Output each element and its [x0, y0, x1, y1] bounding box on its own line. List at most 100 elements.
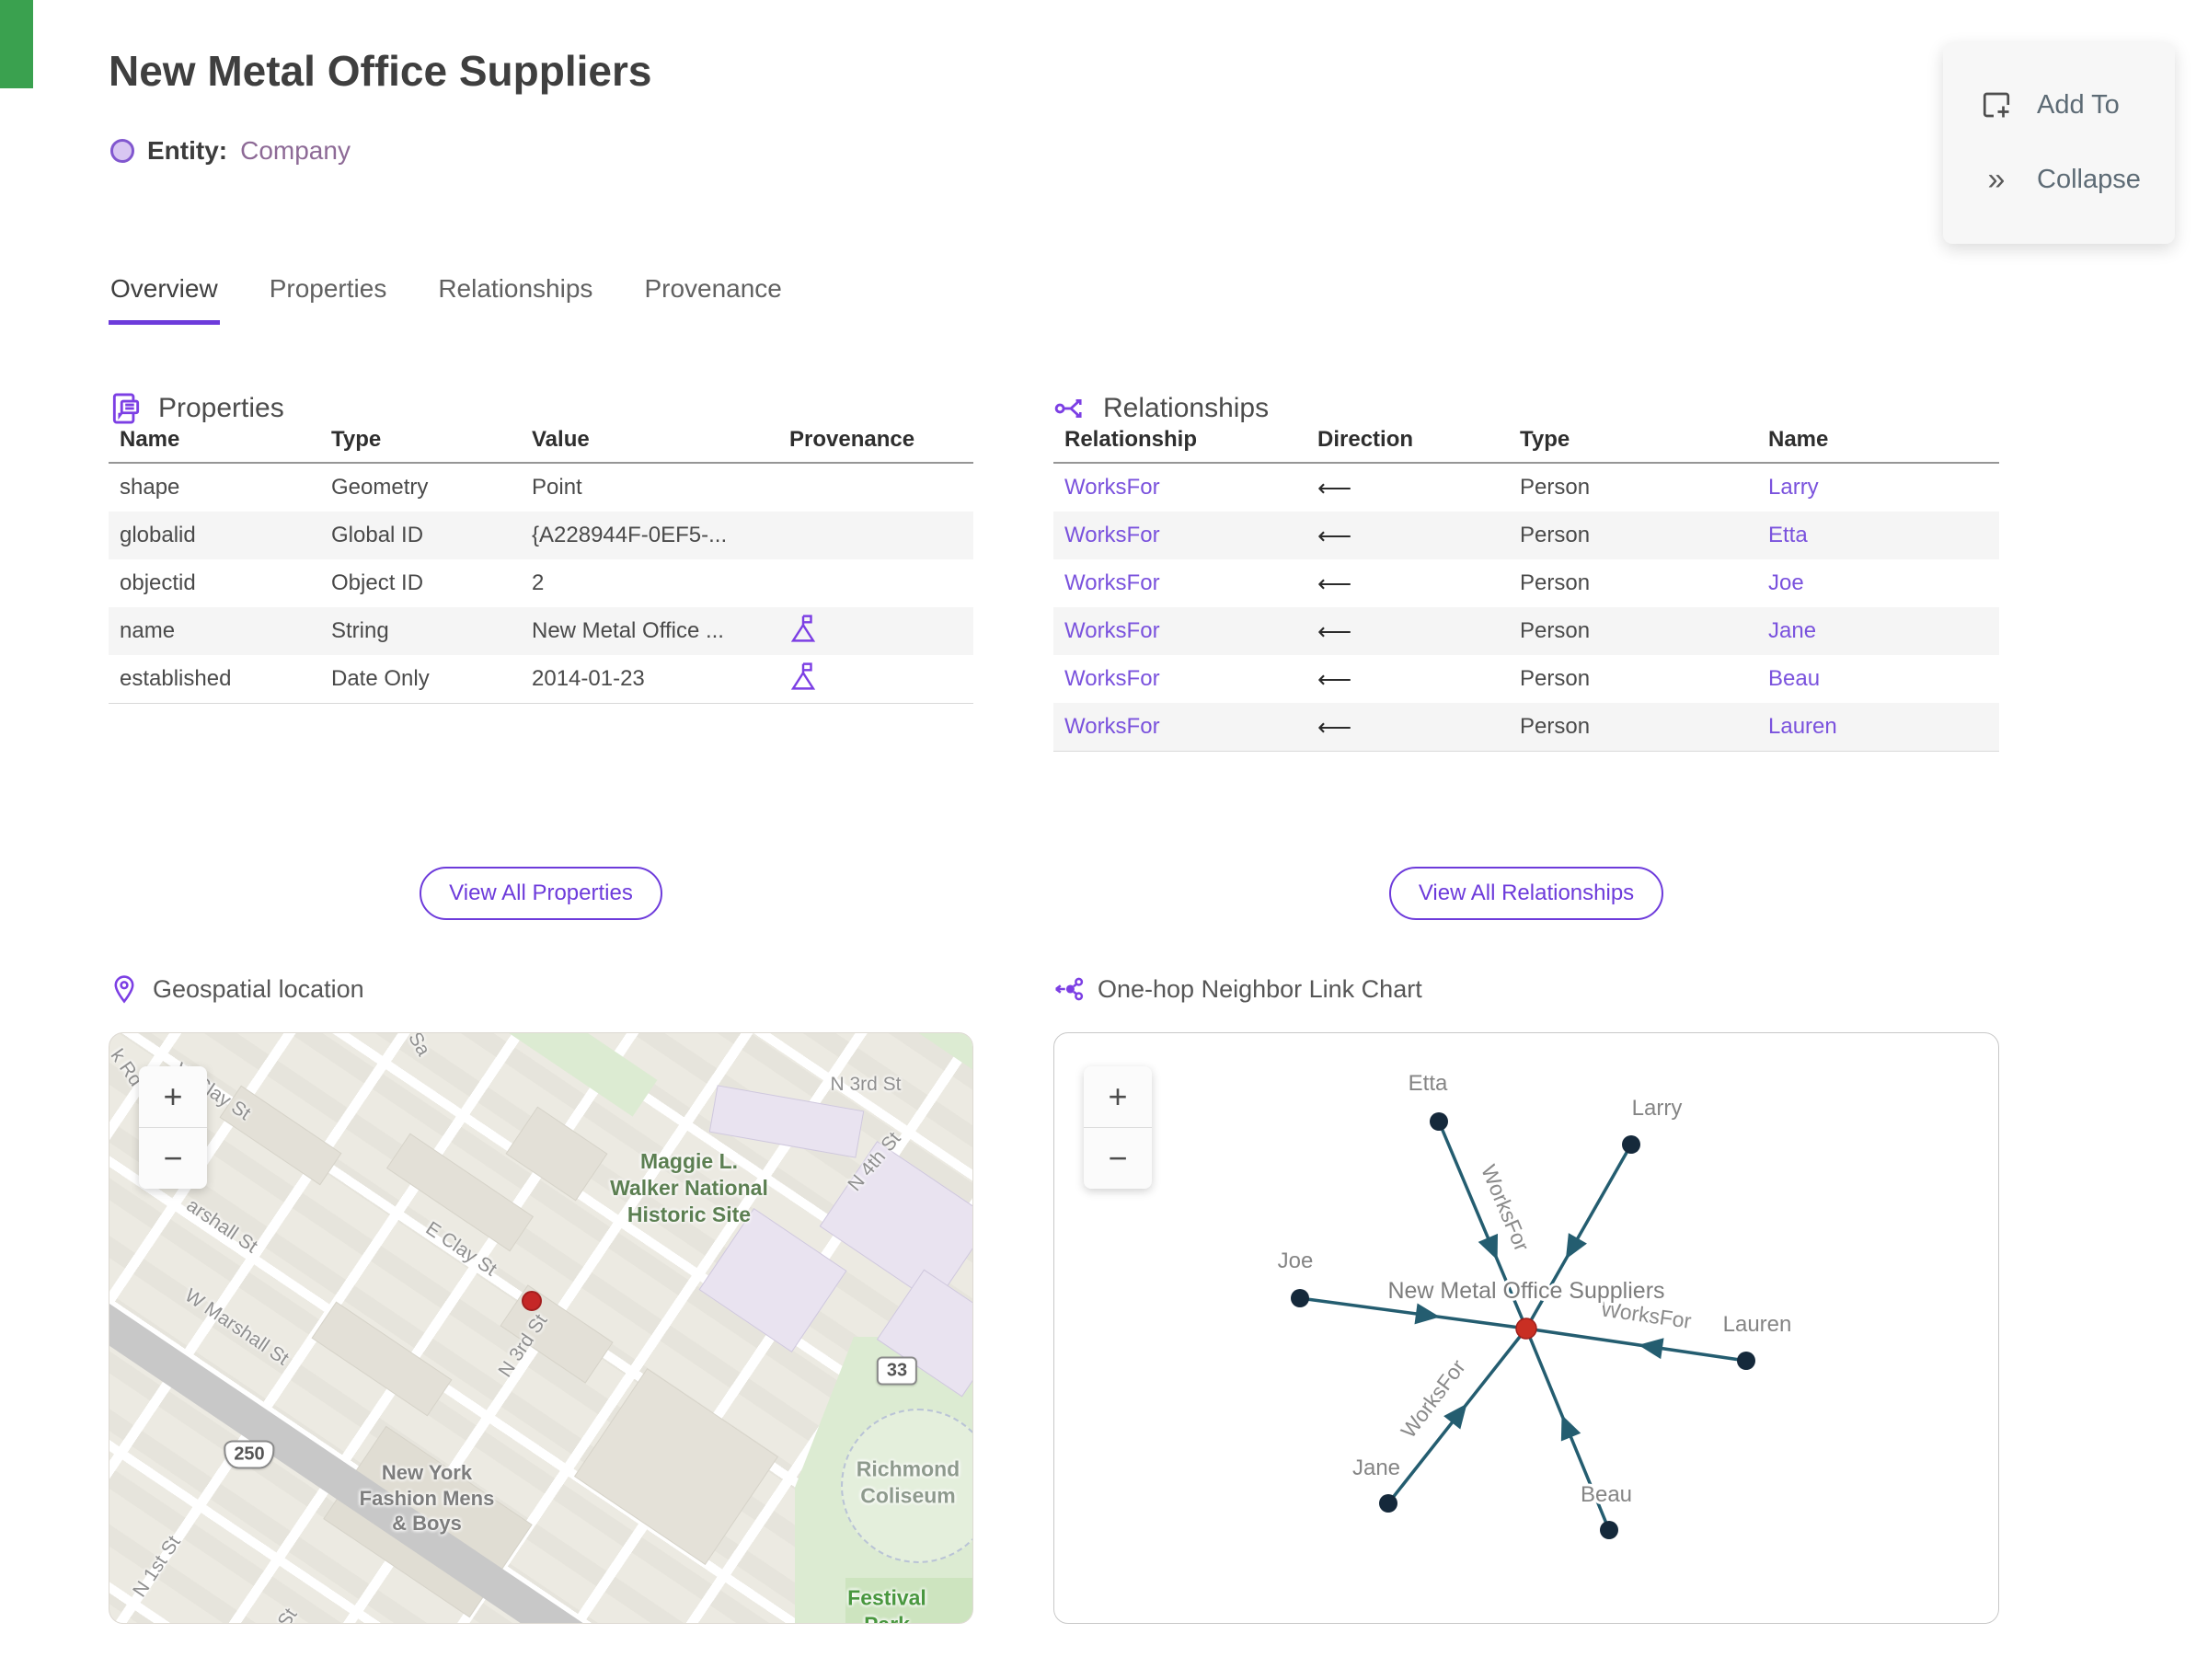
- location-pin-icon: [114, 975, 134, 1004]
- map-zoom-in-button[interactable]: +: [139, 1066, 207, 1128]
- tab-provenance[interactable]: Provenance: [642, 274, 783, 325]
- geospatial-map[interactable]: k Rd W Clay St Sa arshall St W Marshall St E …: [109, 1032, 973, 1624]
- property-type: Global ID: [331, 523, 424, 547]
- link-chart-canvas[interactable]: WorksForWorksForWorksForNew Metal Office…: [1054, 1033, 1998, 1623]
- add-to-label: Add To: [2037, 89, 2120, 120]
- graph-edge-arrow: [1443, 1403, 1467, 1430]
- property-row: name String New Metal Office ...: [109, 607, 973, 655]
- properties-header-row: Name Type Value Provenance: [109, 418, 973, 463]
- direction-arrow: ⟵: [1317, 521, 1352, 549]
- link-chart-icon: [1055, 977, 1084, 1001]
- direction-arrow: ⟵: [1317, 473, 1352, 501]
- geospatial-section-title: Geospatial location: [153, 974, 364, 1003]
- tab-relationships[interactable]: Relationships: [436, 274, 594, 325]
- chart-zoom-out-button[interactable]: −: [1084, 1128, 1152, 1189]
- graph-node[interactable]: [1430, 1112, 1448, 1131]
- col-provenance: Provenance: [789, 427, 915, 452]
- graph-edge-arrow: [1638, 1338, 1664, 1360]
- view-all-properties-button[interactable]: View All Properties: [420, 867, 662, 920]
- related-entity-type: Person: [1520, 666, 1591, 691]
- map-label: N 3rd St: [830, 1073, 902, 1095]
- relationship-type-link[interactable]: WorksFor: [1064, 714, 1160, 739]
- tab-bar: Overview Properties Relationships Proven…: [109, 274, 784, 325]
- add-to-button[interactable]: Add To: [1943, 68, 2175, 142]
- relationship-row: WorksFor ⟵ Person Joe: [1053, 559, 1999, 607]
- graph-center-node[interactable]: [1515, 1318, 1537, 1340]
- relationship-type-link[interactable]: WorksFor: [1064, 618, 1160, 643]
- graph-node-label: Jane: [1352, 1456, 1400, 1480]
- property-row: shape Geometry Point: [109, 463, 973, 512]
- related-entity-link[interactable]: Larry: [1768, 475, 1819, 500]
- graph-edge-arrow: [1414, 1303, 1441, 1325]
- collapse-button[interactable]: » Collapse: [1943, 142, 2175, 218]
- one-hop-link-chart[interactable]: WorksFor WorksFor WorksFor New Metal Office…: [1053, 1032, 1999, 1624]
- property-type: String: [331, 618, 389, 643]
- graph-node[interactable]: [1291, 1289, 1309, 1307]
- related-entity-type: Person: [1520, 475, 1591, 500]
- direction-arrow: ⟵: [1317, 616, 1352, 645]
- sidebar-edge: [0, 0, 33, 88]
- linkchart-section-title: One-hop Neighbor Link Chart: [1098, 974, 1422, 1003]
- chart-zoom-in-button[interactable]: +: [1084, 1066, 1152, 1128]
- col-value: Value: [532, 427, 590, 452]
- map-label: Richmond Coliseum: [856, 1456, 960, 1507]
- relationship-row: WorksFor ⟵ Person Etta: [1053, 512, 1999, 559]
- tab-properties[interactable]: Properties: [268, 274, 389, 325]
- relationship-row: WorksFor ⟵ Person Larry: [1053, 463, 1999, 512]
- property-value: 2: [532, 570, 545, 595]
- related-entity-link[interactable]: Etta: [1768, 523, 1808, 547]
- graph-node[interactable]: [1379, 1494, 1397, 1513]
- view-all-relationships-button[interactable]: View All Relationships: [1388, 867, 1664, 920]
- provenance-flag-icon[interactable]: [789, 661, 817, 692]
- related-entity-link[interactable]: Beau: [1768, 666, 1820, 691]
- relationship-type-link[interactable]: WorksFor: [1064, 570, 1160, 595]
- col-relationship: Relationship: [1064, 427, 1198, 452]
- graph-edge-arrow: [1565, 1233, 1587, 1260]
- entity-type-row: Entity: Company: [110, 136, 351, 166]
- relationship-type-link[interactable]: WorksFor: [1064, 475, 1160, 500]
- property-provenance: [778, 655, 973, 704]
- related-entity-type: Person: [1520, 714, 1591, 739]
- entity-label: Entity:: [147, 136, 228, 165]
- entity-node-icon: [110, 139, 134, 163]
- actions-panel: Add To » Collapse: [1943, 42, 2175, 244]
- graph-edge[interactable]: [1525, 1327, 1747, 1363]
- property-name: established: [120, 666, 232, 691]
- col-direction: Direction: [1317, 427, 1414, 452]
- graph-node[interactable]: [1737, 1352, 1755, 1370]
- map-label: Maggie L. Walker National Historic Site: [610, 1148, 768, 1226]
- relationship-type-link[interactable]: WorksFor: [1064, 666, 1160, 691]
- property-name: shape: [120, 475, 180, 500]
- map-zoom-out-button[interactable]: −: [139, 1128, 207, 1189]
- tab-overview[interactable]: Overview: [109, 274, 220, 325]
- property-value: New Metal Office ...: [532, 618, 724, 643]
- property-provenance: [778, 607, 973, 655]
- graph-node[interactable]: [1600, 1521, 1618, 1539]
- graph-node-label: Joe: [1278, 1248, 1314, 1273]
- page-title: New Metal Office Suppliers: [109, 47, 652, 95]
- relationship-type-link[interactable]: WorksFor: [1064, 523, 1160, 547]
- property-type: Date Only: [331, 666, 430, 691]
- property-type: Geometry: [331, 475, 429, 500]
- add-to-icon: [1983, 92, 2010, 118]
- route-shield: 33: [876, 1356, 918, 1386]
- route-shield: 250: [224, 1440, 275, 1469]
- direction-arrow: ⟵: [1317, 569, 1352, 597]
- col-type: Type: [331, 427, 382, 452]
- graph-node-label: Etta: [1409, 1071, 1448, 1096]
- property-provenance: [778, 559, 973, 607]
- graph-node[interactable]: [1622, 1135, 1640, 1154]
- property-name: objectid: [120, 570, 196, 595]
- related-entity-link[interactable]: Joe: [1768, 570, 1804, 595]
- graph-node-label: Lauren: [1723, 1312, 1792, 1337]
- map-label: New York Fashion Mens & Boys: [359, 1460, 495, 1535]
- property-value: Point: [532, 475, 582, 500]
- map-label: Festival Park: [847, 1585, 926, 1624]
- provenance-flag-icon[interactable]: [789, 613, 817, 644]
- collapse-icon: »: [1987, 162, 2006, 197]
- related-entity-link[interactable]: Jane: [1768, 618, 1816, 643]
- relationship-row: WorksFor ⟵ Person Jane: [1053, 607, 1999, 655]
- map-entity-marker[interactable]: [522, 1291, 542, 1311]
- related-entity-link[interactable]: Lauren: [1768, 714, 1837, 739]
- graph-node-label: New Metal Office Suppliers: [1387, 1278, 1664, 1304]
